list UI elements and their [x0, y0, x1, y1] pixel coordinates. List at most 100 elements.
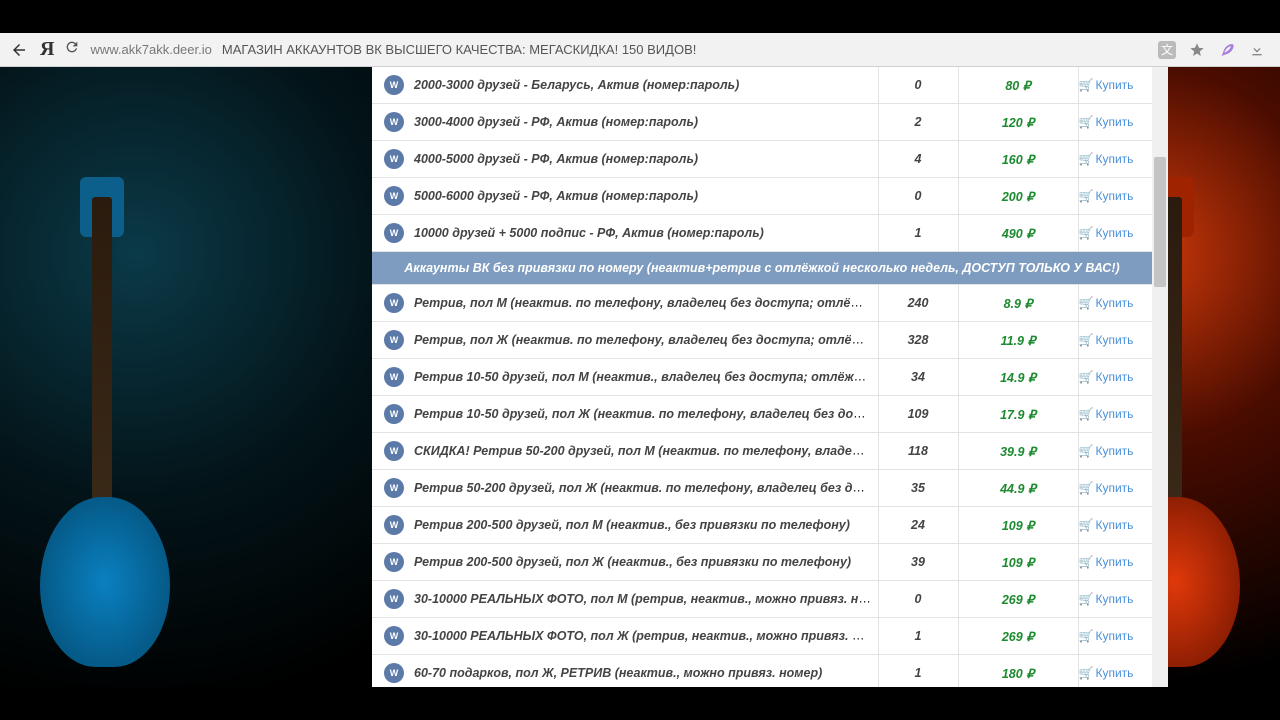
reload-button[interactable]	[64, 39, 80, 60]
address-bar[interactable]: www.akk7akk.deer.io МАГАЗИН АККАУНТОВ ВК…	[90, 42, 1148, 57]
buy-button[interactable]: 🛒Купить	[1079, 444, 1134, 458]
vk-icon: W	[384, 75, 404, 95]
product-qty: 1	[878, 618, 958, 655]
buy-button[interactable]: 🛒Купить	[1079, 629, 1134, 643]
back-button[interactable]	[8, 39, 30, 61]
table-row: W 4000-5000 друзей - РФ, Актив (номер:пар…	[372, 141, 1152, 178]
vk-icon: W	[384, 112, 404, 132]
table-row: W Ретрив, пол М (неактив. по телефону, вл…	[372, 285, 1152, 322]
product-qty: 0	[878, 581, 958, 618]
cart-icon: 🛒	[1079, 592, 1094, 606]
cart-icon: 🛒	[1079, 333, 1094, 347]
product-name: Ретрив 200-500 друзей, пол Ж (неактив., …	[414, 555, 851, 569]
buy-button[interactable]: 🛒Купить	[1079, 592, 1134, 606]
buy-button[interactable]: 🛒Купить	[1079, 189, 1134, 203]
product-name: 60-70 подарков, пол Ж, РЕТРИВ (неактив.,…	[414, 666, 822, 680]
product-qty: 0	[878, 178, 958, 215]
product-price: 17.9 ₽	[958, 396, 1078, 433]
product-name: Ретрив, пол М (неактив. по телефону, вла…	[414, 295, 878, 310]
product-name: 30-10000 РЕАЛЬНЫХ ФОТО, пол М (ретрив, н…	[414, 591, 878, 606]
product-name: 30-10000 РЕАЛЬНЫХ ФОТО, пол Ж (ретрив, н…	[414, 628, 878, 643]
product-table: W2000-3000 друзей - Беларусь, Актив (ном…	[372, 67, 1152, 687]
table-row: WРетрив 200-500 друзей, пол М (неактив.,…	[372, 507, 1152, 544]
product-name: 4000-5000 друзей - РФ, Актив (номер:паро…	[414, 152, 698, 166]
translate-icon[interactable]: 文	[1158, 41, 1176, 59]
table-row: W30-10000 РЕАЛЬНЫХ ФОТО, пол М (ретрив, …	[372, 581, 1152, 618]
product-qty: 4	[878, 141, 958, 178]
vk-icon: W	[384, 223, 404, 243]
product-qty: 2	[878, 104, 958, 141]
cart-icon: 🛒	[1079, 444, 1094, 458]
vertical-scrollbar[interactable]	[1152, 67, 1168, 687]
vk-icon: W	[384, 404, 404, 424]
product-price: 39.9 ₽	[958, 433, 1078, 470]
cart-icon: 🛒	[1079, 629, 1094, 643]
scrollbar-thumb[interactable]	[1154, 157, 1166, 287]
vk-icon: W	[384, 293, 404, 313]
buy-button[interactable]: 🛒Купить	[1079, 152, 1134, 166]
buy-button[interactable]: 🛒Купить	[1079, 370, 1134, 384]
url-host: www.akk7akk.deer.io	[90, 42, 211, 57]
letterbox-bottom	[0, 687, 1280, 720]
product-qty: 1	[878, 215, 958, 252]
buy-button[interactable]: 🛒Купить	[1079, 115, 1134, 129]
yandex-logo[interactable]: Я	[40, 38, 54, 61]
cart-icon: 🛒	[1079, 481, 1094, 495]
product-name: Ретрив 10-50 друзей, пол М (неактив., вл…	[414, 369, 878, 384]
buy-button[interactable]: 🛒Купить	[1079, 78, 1134, 92]
product-price: 109 ₽	[958, 507, 1078, 544]
product-qty: 118	[878, 433, 958, 470]
table-row: WРетрив, пол Ж (неактив. по телефону, вл…	[372, 322, 1152, 359]
product-price: 8.9 ₽	[958, 285, 1078, 322]
buy-button[interactable]: 🛒Купить	[1079, 555, 1134, 569]
section-header-row: Аккаунты ВК без привязки по номеру (неак…	[372, 252, 1152, 285]
letterbox-top	[0, 0, 1280, 33]
product-price: 200 ₽	[958, 178, 1078, 215]
buy-button[interactable]: 🛒Купить	[1079, 666, 1134, 680]
table-row: W3000-4000 друзей - РФ, Актив (номер:пар…	[372, 104, 1152, 141]
product-name: 10000 друзей + 5000 подпис - РФ, Актив (…	[414, 226, 764, 240]
vk-icon: W	[384, 552, 404, 572]
table-row: W 10000 друзей + 5000 подпис - РФ, Актив …	[372, 215, 1152, 252]
product-qty: 34	[878, 359, 958, 396]
buy-button[interactable]: 🛒Купить	[1079, 226, 1134, 240]
arrow-left-icon	[10, 41, 28, 59]
table-row: W2000-3000 друзей - Беларусь, Актив (ном…	[372, 67, 1152, 104]
section-header: Аккаунты ВК без привязки по номеру (неак…	[372, 252, 1152, 285]
cart-icon: 🛒	[1079, 189, 1094, 203]
vk-icon: W	[384, 149, 404, 169]
product-price: 160 ₽	[958, 141, 1078, 178]
vk-icon: W	[384, 367, 404, 387]
product-price: 14.9 ₽	[958, 359, 1078, 396]
product-name: Ретрив, пол Ж (неактив. по телефону, вла…	[414, 332, 878, 347]
browser-toolbar: Я www.akk7akk.deer.io МАГАЗИН АККАУНТОВ …	[0, 33, 1280, 67]
vk-icon: W	[384, 441, 404, 461]
product-price: 11.9 ₽	[958, 322, 1078, 359]
product-price: 80 ₽	[958, 67, 1078, 104]
product-price: 120 ₽	[958, 104, 1078, 141]
bookmark-star-icon[interactable]	[1188, 41, 1206, 59]
table-row: W Ретрив 10-50 друзей, пол Ж (неактив. по…	[372, 396, 1152, 433]
product-price: 44.9 ₽	[958, 470, 1078, 507]
download-icon[interactable]	[1248, 41, 1266, 59]
product-qty: 35	[878, 470, 958, 507]
buy-button[interactable]: 🛒Купить	[1079, 296, 1134, 310]
page-title: МАГАЗИН АККАУНТОВ ВК ВЫСШЕГО КАЧЕСТВА: М…	[222, 42, 697, 57]
cart-icon: 🛒	[1079, 370, 1094, 384]
table-row: W30-10000 РЕАЛЬНЫХ ФОТО, пол Ж (ретрив, …	[372, 618, 1152, 655]
product-name: Ретрив 10-50 друзей, пол Ж (неактив. по …	[414, 406, 878, 421]
feather-icon[interactable]	[1218, 41, 1236, 59]
product-name: 5000-6000 друзей - РФ, Актив (номер:паро…	[414, 189, 698, 203]
cart-icon: 🛒	[1079, 296, 1094, 310]
table-row: W5000-6000 друзей - РФ, Актив (номер:пар…	[372, 178, 1152, 215]
buy-button[interactable]: 🛒Купить	[1079, 333, 1134, 347]
cart-icon: 🛒	[1079, 226, 1094, 240]
product-price: 269 ₽	[958, 581, 1078, 618]
product-name: СКИДКА! Ретрив 50-200 друзей, пол М (неа…	[414, 443, 878, 458]
product-qty: 39	[878, 544, 958, 581]
buy-button[interactable]: 🛒Купить	[1079, 518, 1134, 532]
cart-icon: 🛒	[1079, 152, 1094, 166]
cart-icon: 🛒	[1079, 518, 1094, 532]
buy-button[interactable]: 🛒Купить	[1079, 407, 1134, 421]
buy-button[interactable]: 🛒Купить	[1079, 481, 1134, 495]
